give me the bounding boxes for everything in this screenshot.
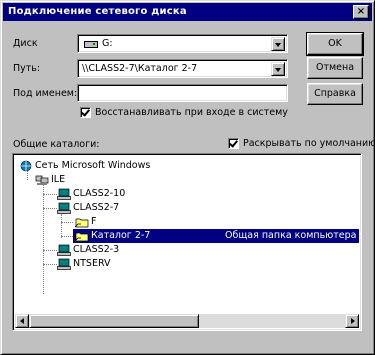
scroll-right-icon[interactable] <box>345 314 359 328</box>
username-label: Под именем: <box>13 88 78 99</box>
tree-item-label: CLASS2-10 <box>73 188 126 199</box>
path-label: Путь: <box>13 63 41 74</box>
computer-icon <box>57 244 71 256</box>
map-network-drive-dialog: Подключение сетевого диска × Диск G: Пут… <box>0 0 375 355</box>
reconnect-checkbox[interactable] <box>80 107 91 118</box>
tree-item-label: F <box>91 216 97 227</box>
tree-item-label: Каталог 2-7 <box>91 230 151 241</box>
drive-label: Диск <box>13 38 38 49</box>
horizontal-scrollbar[interactable] <box>15 314 359 328</box>
shared-folders-label: Общие каталоги: <box>13 139 100 150</box>
cancel-button[interactable]: Отмена <box>307 57 363 79</box>
shared-folder-icon <box>75 218 89 228</box>
network-icon <box>20 160 32 172</box>
tree-item-shared-folder-selected[interactable]: Каталог 2-7 Общая папка компьютера stud <box>13 229 361 243</box>
drive-value: G: <box>102 38 113 49</box>
tree-item-label: CLASS2-7 <box>73 202 120 213</box>
workgroup-icon <box>35 175 49 185</box>
path-combobox[interactable]: \\CLASS2-7\Каталог 2-7 <box>77 59 288 78</box>
tree-item-label: CLASS2-3 <box>73 244 120 255</box>
username-input[interactable] <box>77 84 288 102</box>
tree-item-label: NTSERV <box>73 258 111 269</box>
computer-icon <box>57 258 71 270</box>
computer-icon <box>57 188 71 200</box>
close-button[interactable]: × <box>353 5 369 19</box>
shared-folders-tree[interactable]: Сеть Microsoft Windows ILE CLASS2-10 CLA… <box>12 153 362 331</box>
computer-icon <box>57 202 71 214</box>
shared-folder-icon <box>75 232 89 242</box>
window-title: Подключение сетевого диска <box>8 6 187 17</box>
tree-item-label: Сеть Microsoft Windows <box>35 160 151 171</box>
scroll-left-icon[interactable] <box>15 314 29 328</box>
path-dropdown-arrow-icon[interactable] <box>271 62 285 76</box>
title-bar[interactable]: Подключение сетевого диска × <box>3 3 372 21</box>
drive-icon <box>84 41 98 48</box>
help-button[interactable]: Справка <box>307 83 363 105</box>
tree-item-label: ILE <box>51 174 66 185</box>
scrollbar-thumb[interactable] <box>29 314 199 328</box>
ok-button[interactable]: OK <box>306 32 364 56</box>
expand-default-checkbox[interactable] <box>228 138 239 149</box>
expand-default-label: Раскрывать по умолчанию <box>243 138 375 149</box>
drive-dropdown-arrow-icon[interactable] <box>271 37 285 51</box>
drive-combobox[interactable]: G: <box>77 34 288 53</box>
tree-item-description: Общая папка компьютера stud <box>225 230 361 241</box>
path-value: \\CLASS2-7\Каталог 2-7 <box>82 63 198 74</box>
reconnect-label: Восстанавливать при входе в систему <box>95 107 288 118</box>
